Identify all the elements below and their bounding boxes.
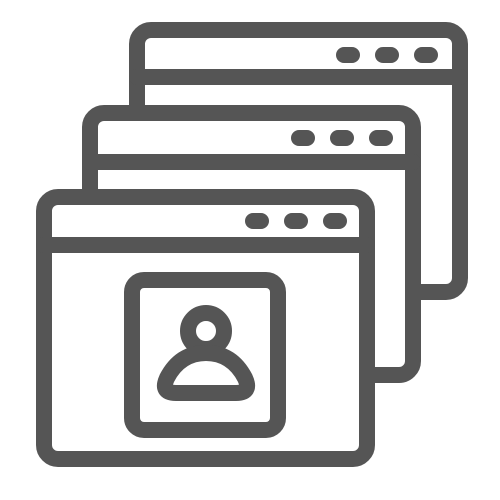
front-window-frame: [36, 189, 375, 467]
front-browser-window: [36, 189, 375, 467]
icon-canvas: [0, 0, 500, 500]
stacked-windows-user-icon: [36, 22, 468, 467]
